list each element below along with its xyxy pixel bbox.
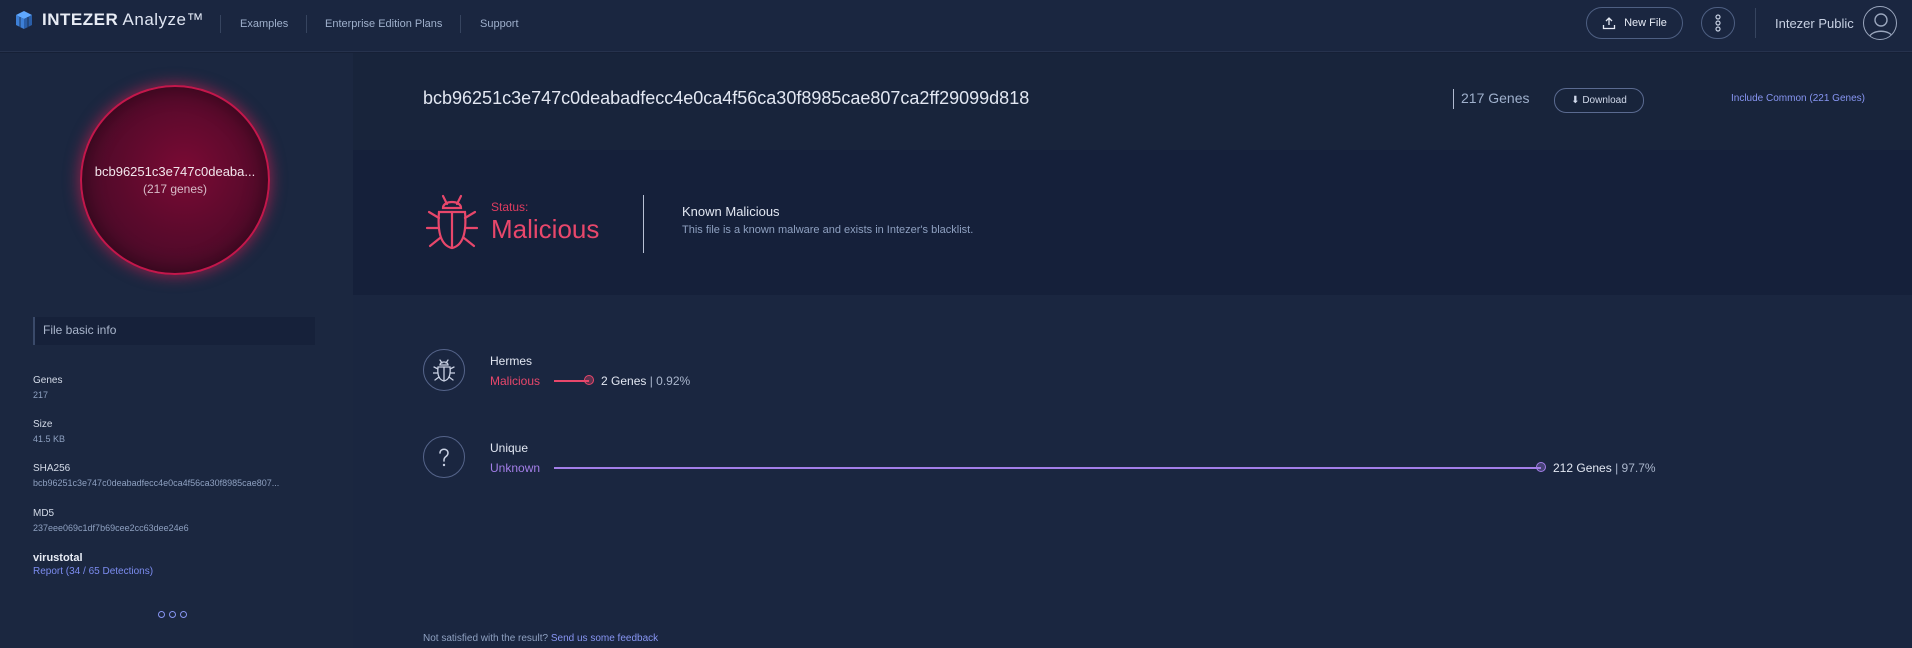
user-icon: [1868, 13, 1894, 39]
nav-divider: [460, 15, 461, 33]
feedback-link[interactable]: Send us some feedback: [551, 633, 658, 644]
family-type: Malicious: [490, 374, 541, 388]
family-name[interactable]: Hermes: [490, 354, 532, 368]
status-description: This file is a known malware and exists …: [682, 224, 974, 236]
file-hash-title: bcb96251c3e747c0deabadfecc4e0ca4f56ca30f…: [423, 88, 1030, 108]
info-value: 217: [33, 390, 49, 400]
family-unique-bar-marker: [1536, 462, 1546, 472]
new-file-label: New File: [1624, 17, 1667, 29]
genome-name: bcb96251c3e747c0deaba...: [94, 164, 256, 179]
new-file-button[interactable]: New File: [1586, 7, 1683, 39]
info-value: 237eee069c1df7b69cee2cc63dee24e6: [33, 523, 189, 533]
analysis-header: bcb96251c3e747c0deabadfecc4e0ca4f56ca30f…: [353, 53, 1912, 150]
info-label: SHA256: [33, 463, 71, 474]
family-type: Unknown: [490, 461, 541, 475]
info-virustotal: virustotal Report (34 / 65 Detections): [33, 552, 153, 577]
nav-support[interactable]: Support: [480, 18, 519, 30]
nav-divider: [220, 15, 221, 33]
nav-divider: [306, 15, 307, 33]
genome-circle[interactable]: bcb96251c3e747c0deaba... (217 genes): [80, 85, 270, 275]
family-percent: 0.92%: [656, 374, 691, 388]
feedback-text: Not satisfied with the result? Send us s…: [423, 633, 659, 644]
family-hermes-bar-marker: [584, 375, 594, 385]
sidebar: bcb96251c3e747c0deaba... (217 genes) Fil…: [0, 53, 353, 648]
family-name[interactable]: Unique: [490, 441, 528, 455]
info-md5: MD5 237eee069c1df7b69cee2cc63dee24e6: [33, 508, 189, 533]
user-divider: [1755, 8, 1756, 38]
dot: [158, 611, 165, 618]
info-sha256: SHA256 bcb96251c3e747c0deabadfecc4e0ca4f…: [33, 463, 279, 488]
family-percent: 97.7%: [1621, 461, 1656, 475]
info-label: Size: [33, 419, 53, 430]
dot: [169, 611, 176, 618]
status-value: Malicious: [491, 214, 600, 244]
info-size: Size 41.5 KB: [33, 419, 65, 444]
status-panel: Status: Malicious Known Malicious This f…: [353, 150, 1912, 295]
vertical-dots-icon: [1715, 14, 1721, 32]
download-button[interactable]: ⬇ Download: [1554, 88, 1644, 113]
total-gene-count: 217 Genes: [1461, 90, 1530, 106]
title-divider: [1453, 89, 1454, 109]
top-bar: INTEZER Analyze™ Examples Enterprise Edi…: [0, 0, 1912, 52]
more-dots[interactable]: [158, 611, 187, 618]
info-label: Genes: [33, 375, 63, 386]
genome-gene-count: (217 genes): [142, 182, 208, 196]
main-content: bcb96251c3e747c0deabadfecc4e0ca4f56ca30f…: [353, 53, 1912, 648]
family-hermes-stats: 2 Genes | 0.92%: [601, 374, 691, 388]
question-mark-icon: [439, 448, 449, 467]
family-results: Hermes Malicious 2 Genes | 0.92% Unique …: [353, 295, 1912, 648]
family-unique-icon[interactable]: [423, 436, 465, 478]
status-title: Known Malicious: [682, 204, 780, 219]
apps-menu-button[interactable]: [1701, 7, 1735, 39]
cube-logo-icon: [16, 11, 32, 29]
nav-enterprise-plans[interactable]: Enterprise Edition Plans: [325, 18, 442, 30]
info-value: 41.5 KB: [33, 434, 66, 444]
status-divider: [643, 195, 644, 253]
dot: [180, 611, 187, 618]
virustotal-report-link[interactable]: Report (34 / 65 Detections): [33, 566, 153, 577]
user-avatar[interactable]: [1863, 6, 1897, 40]
intezer-logo[interactable]: INTEZER Analyze™: [14, 10, 204, 30]
info-value: bcb96251c3e747c0deabadfecc4e0ca4f56ca30f…: [33, 478, 280, 488]
family-gene-count: 212 Genes: [1553, 461, 1612, 475]
file-basic-info-tab[interactable]: File basic info: [33, 317, 315, 345]
bug-icon: [433, 359, 455, 382]
virustotal-label: virustotal: [33, 552, 83, 564]
family-unique-bar: [554, 467, 1541, 469]
info-genes: Genes 217: [33, 375, 62, 400]
family-unique-stats: 212 Genes | 97.7%: [1553, 461, 1656, 475]
bug-icon: [425, 194, 479, 250]
status-label: Status:: [491, 200, 529, 214]
nav-examples[interactable]: Examples: [240, 18, 288, 30]
family-gene-count: 2 Genes: [601, 374, 647, 388]
logo-text: INTEZER Analyze™: [42, 10, 204, 29]
family-hermes-icon[interactable]: [423, 349, 465, 391]
upload-icon: [1602, 17, 1616, 30]
user-name[interactable]: Intezer Public: [1775, 16, 1854, 31]
info-label: MD5: [33, 508, 55, 519]
include-common-link[interactable]: Include Common (221 Genes): [1731, 93, 1865, 104]
